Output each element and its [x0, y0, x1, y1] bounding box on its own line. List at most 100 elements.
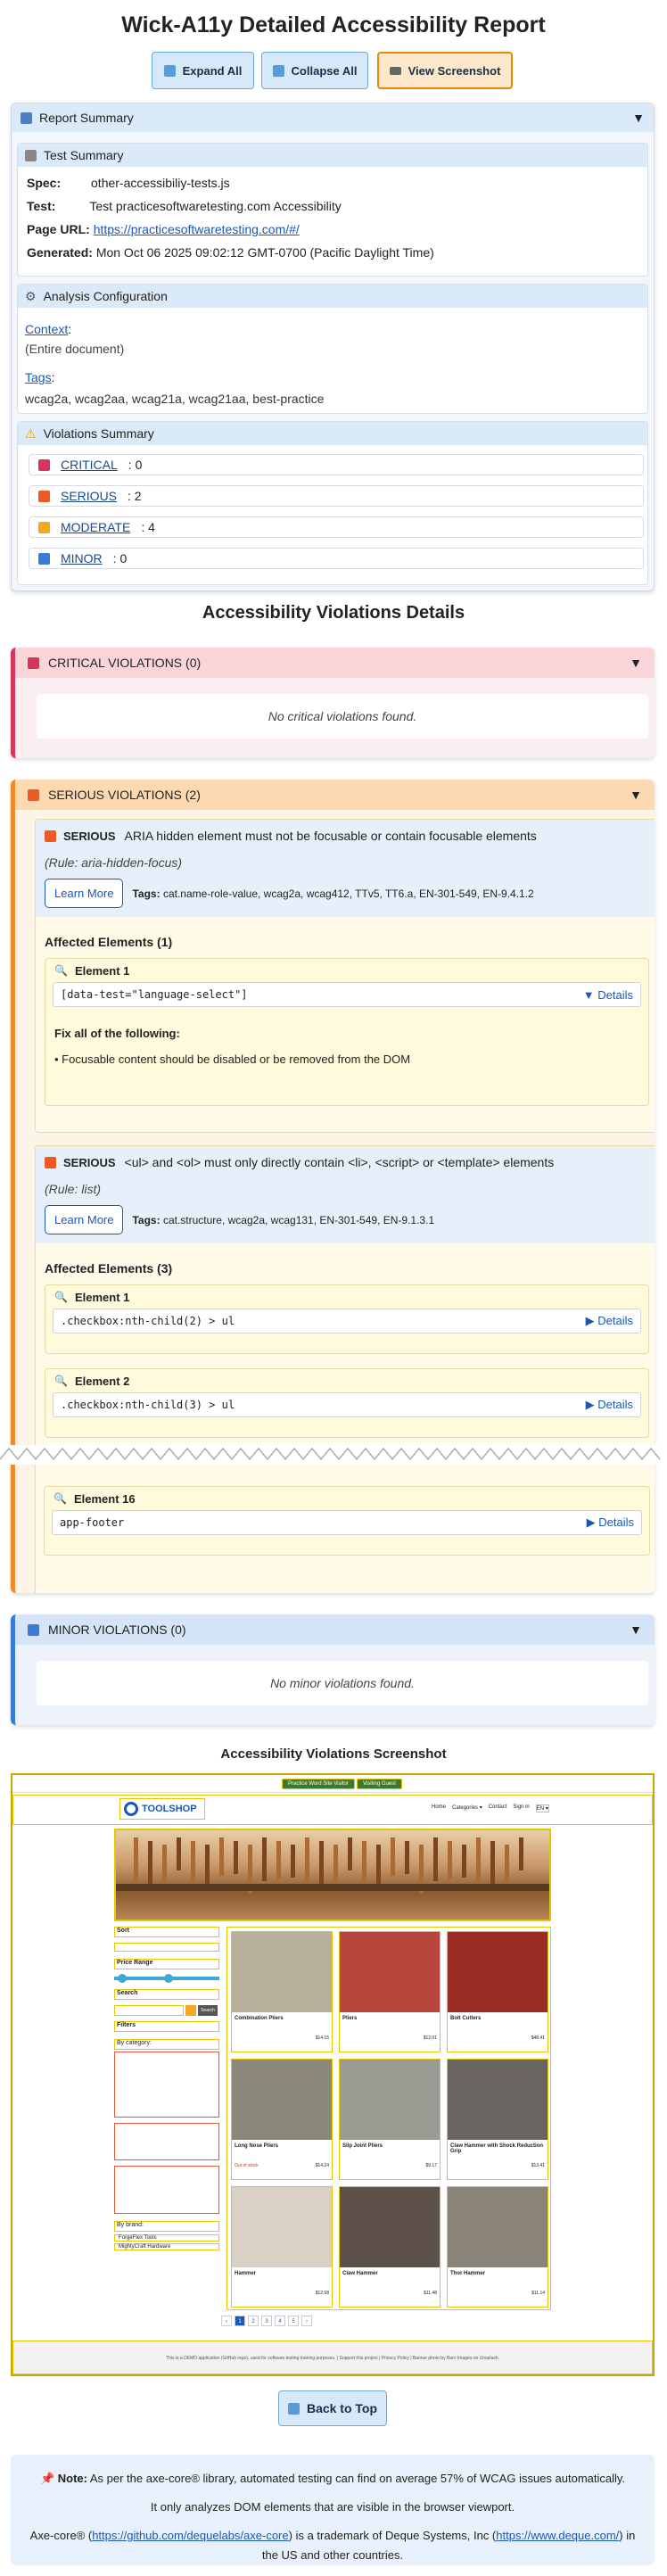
hero-tool-shape	[476, 1837, 481, 1887]
affected-element: 🔍 Element 16 app-footer ▶ Details	[44, 1486, 650, 1556]
expand-all-button[interactable]: Expand All	[152, 52, 254, 89]
ss-product-image	[340, 2060, 440, 2140]
gear-icon: ⚙	[25, 288, 37, 303]
ss-nav-item: EN ▾	[535, 1804, 549, 1812]
report-summary-header[interactable]: Report Summary ▼	[12, 103, 654, 132]
ss-page-link: 1	[235, 2316, 245, 2326]
ss-product-name: Thor Hammer	[450, 2271, 486, 2276]
chart-icon	[21, 111, 32, 124]
ss-logo-text: TOOLSHOP	[142, 1804, 197, 1814]
ss-brand-item: MightyCraft Hardware	[114, 2243, 219, 2250]
expand-all-label: Expand All	[182, 63, 243, 78]
tags-label: Tags:	[132, 1213, 161, 1226]
element-label: Element 1	[74, 1290, 130, 1304]
minor-label[interactable]: MINOR	[61, 551, 103, 566]
generated-label: Generated:	[27, 245, 93, 260]
collapse-all-button[interactable]: Collapse All	[261, 52, 368, 89]
serious-section-icon	[28, 788, 39, 801]
critical-header[interactable]: CRITICAL VIOLATIONS (0) ▼	[15, 648, 655, 678]
hero-tool-shape	[291, 1845, 295, 1878]
chevron-down-icon[interactable]: ▼	[630, 656, 642, 670]
ss-product-card: Thor Hammer $11.14	[447, 2186, 548, 2308]
view-screenshot-button[interactable]: View Screenshot	[377, 52, 513, 89]
details-toggle[interactable]: ▶ Details	[586, 1314, 633, 1328]
ss-product-image	[232, 2060, 332, 2140]
affected-element: 🔍 Element 2 .checkbox:nth-child(3) > ul ▶ …	[45, 1368, 649, 1438]
test-summary-header: Test Summary	[18, 144, 647, 167]
violations-screenshot[interactable]: Practice Word Site Visitor Visiting Gues…	[11, 1773, 655, 2376]
test-summary-title: Test Summary	[44, 148, 124, 162]
moderate-count-row[interactable]: MODERATE: 4	[29, 516, 644, 538]
hero-tool-shape	[348, 1837, 352, 1870]
generated-value: Mon Oct 06 2025 09:02:12 GMT-0700 (Pacif…	[95, 245, 434, 260]
ss-product-price: $14.24	[315, 2163, 329, 2168]
hero-tool-shape	[219, 1837, 224, 1876]
hero-tool-shape	[319, 1841, 324, 1885]
details-toggle[interactable]: ▼ Details	[583, 988, 633, 1002]
ss-product-price: $14.15	[315, 2035, 329, 2041]
tags-value: cat.name-role-value, wcag2a, wcag412, TT…	[162, 887, 534, 900]
serious-count: : 2	[128, 489, 142, 503]
minor-count-row[interactable]: MINOR: 0	[29, 548, 644, 569]
ss-product-card: Claw Hammer with Shock Reduction Grip $13…	[447, 2059, 548, 2180]
tags-label: Tags:	[132, 887, 161, 900]
details-toggle[interactable]: ▶ Details	[587, 1515, 634, 1530]
collapse-all-label: Collapse All	[291, 63, 358, 78]
logo-gear-icon	[124, 1802, 138, 1816]
ss-footer: This is a DEMO application (GitHub repo)…	[12, 2341, 653, 2374]
context-value: (Entire document)	[25, 342, 125, 356]
violation-title: <ul> and <ol> must only directly contain…	[124, 1155, 555, 1169]
affected-element: 🔍 Element 1 [data-test="language-select"]…	[45, 958, 649, 1106]
ss-product-name: Combination Pliers	[235, 2016, 284, 2021]
serious-violations-section: SERIOUS VIOLATIONS (2) ▼ SERIOUS ARIA hidd…	[11, 780, 655, 1593]
context-link[interactable]: Context	[25, 322, 68, 336]
rule-id: (Rule: list)	[45, 1182, 102, 1196]
serious-title: SERIOUS VIOLATIONS (2)	[48, 788, 201, 802]
violations-summary-box: ⚠ Violations Summary CRITICAL: 0 SERIOUS:…	[17, 421, 648, 585]
ss-hero-banner	[114, 1829, 551, 1921]
rule-id: (Rule: aria-hidden-focus)	[45, 855, 183, 870]
serious-header[interactable]: SERIOUS VIOLATIONS (2) ▼	[15, 780, 655, 810]
deque-link[interactable]: https://www.deque.com/	[496, 2529, 619, 2542]
ss-pagination: ‹ 1 2 3 4 5 ›	[221, 2316, 312, 2326]
analysis-config-box: ⚙ Analysis Configuration Context: (Entire…	[17, 284, 648, 414]
ss-category-label: By category:	[114, 2039, 219, 2050]
ss-product-name: Long Nose Pliers	[235, 2143, 279, 2149]
ss-product-card: Slip Joint Pliers $9.17	[339, 2059, 441, 2180]
chevron-down-icon[interactable]: ▼	[630, 1622, 642, 1637]
hero-tool-shape	[162, 1845, 167, 1883]
learn-more-button[interactable]: Learn More	[45, 1205, 124, 1234]
critical-label[interactable]: CRITICAL	[61, 458, 118, 472]
hero-tool-shape	[334, 1845, 338, 1883]
hero-tool-shape	[405, 1841, 409, 1874]
chevron-down-icon[interactable]: ▼	[630, 788, 642, 802]
details-toggle[interactable]: ▶ Details	[586, 1398, 633, 1412]
moderate-label[interactable]: MODERATE	[61, 520, 130, 534]
learn-more-button[interactable]: Learn More	[45, 879, 124, 908]
chevron-down-icon[interactable]: ▼	[632, 111, 645, 125]
ss-product-image	[448, 2187, 548, 2267]
ss-product-card: Hammer $12.58	[231, 2186, 333, 2308]
hero-tool-shape	[433, 1837, 438, 1881]
page-url-link[interactable]: https://practicesoftwaretesting.com/#/	[94, 222, 300, 236]
critical-count-row[interactable]: CRITICAL: 0	[29, 454, 644, 475]
violations-summary-title: Violations Summary	[43, 426, 154, 441]
tags-value: wcag2a, wcag2aa, wcag21a, wcag21aa, best…	[25, 392, 325, 406]
back-to-top-button[interactable]: Back to Top	[278, 2390, 387, 2426]
minor-header[interactable]: MINOR VIOLATIONS (0) ▼	[15, 1614, 655, 1645]
ss-page-link: 3	[261, 2316, 272, 2326]
ss-product-name: Claw Hammer with Shock Reduction Grip	[450, 2143, 544, 2154]
axe-core-link[interactable]: https://github.com/dequelabs/axe-core	[92, 2529, 288, 2542]
clipboard-icon	[25, 149, 37, 161]
hero-tool-shape	[505, 1845, 509, 1883]
tags-link[interactable]: Tags	[25, 370, 52, 384]
serious-icon	[38, 490, 50, 502]
report-summary-panel: Report Summary ▼ Test Summary Spec: other…	[11, 103, 655, 591]
serious-count-row[interactable]: SERIOUS : 2	[29, 485, 644, 507]
hero-tool-shape	[191, 1841, 195, 1890]
moderate-icon	[38, 521, 50, 533]
critical-violations-section: CRITICAL VIOLATIONS (0) ▼ No critical vio…	[11, 648, 655, 758]
fix-section: Fix all of the following: • Focusable co…	[45, 1014, 648, 1075]
truncation-divider	[0, 1445, 667, 1465]
serious-label[interactable]: SERIOUS	[61, 489, 117, 503]
